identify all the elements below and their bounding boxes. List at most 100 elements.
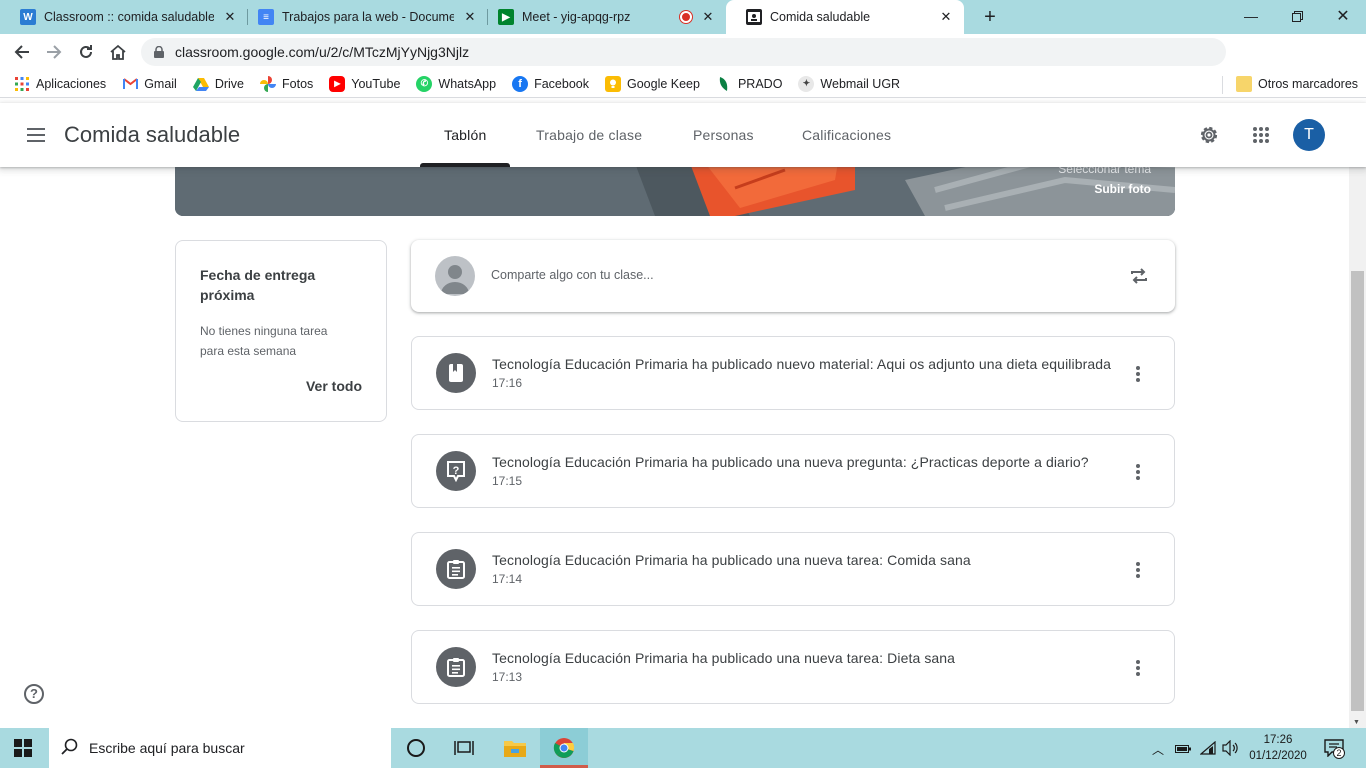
upcoming-empty-text: No tienes ninguna tarea para esta semana	[200, 324, 328, 358]
tab-label: Calificaciones	[802, 127, 892, 143]
post-time: 17:13	[492, 670, 523, 684]
tab-label: Trabajo de clase	[536, 127, 643, 143]
task-view-icon[interactable]	[454, 740, 474, 756]
youtube-icon: ▶	[329, 75, 346, 92]
folder-icon	[1236, 76, 1252, 92]
taskbar-search-box[interactable]: Escribe aquí para buscar	[49, 728, 391, 768]
stream-post[interactable]: Tecnología Educación Primaria ha publica…	[411, 532, 1175, 606]
taskbar-chrome-button[interactable]	[540, 728, 588, 768]
tab-calificaciones[interactable]: Calificaciones	[802, 103, 891, 167]
browser-tab-meet[interactable]: ▶ Meet - yig-apqg-rpz ✕	[478, 0, 726, 34]
post-more-options-icon[interactable]	[1126, 558, 1150, 582]
google-apps-icon[interactable]	[1249, 123, 1273, 147]
post-text[interactable]: Tecnología Educación Primaria ha publica…	[492, 454, 1112, 470]
restore-icon[interactable]	[1274, 0, 1320, 32]
home-icon[interactable]	[104, 38, 132, 66]
stream-post[interactable]: Tecnología Educación Primaria ha publica…	[411, 630, 1175, 704]
bookmark-label: Google Keep	[626, 76, 700, 91]
notification-count-badge: 2	[1333, 747, 1345, 759]
bookmark-gmail[interactable]: Gmail	[114, 72, 185, 96]
active-tab-indicator	[420, 163, 511, 167]
repost-arrows-icon[interactable]	[1127, 264, 1151, 288]
share-placeholder[interactable]: Comparte algo con tu clase...	[491, 268, 654, 282]
tab-title: Classroom :: comida saludable	[44, 10, 214, 24]
browser-tab-classroom[interactable]: Comida saludable ✕	[726, 0, 964, 34]
forward-arrow-icon[interactable]	[40, 38, 68, 66]
tab-label: Tablón	[444, 127, 487, 143]
docs-icon: ≡	[258, 9, 274, 25]
apps-grid-icon	[14, 76, 30, 92]
upcoming-card: Fecha de entrega próxima No tienes ningu…	[175, 240, 387, 422]
bookmark-otros-marcadores[interactable]: Otros marcadores	[1228, 72, 1366, 96]
show-hidden-icons-chevron-icon[interactable]: ︿	[1152, 741, 1164, 758]
post-more-options-icon[interactable]	[1126, 460, 1150, 484]
assignment-icon	[436, 647, 476, 687]
bookmark-aplicaciones[interactable]: Aplicaciones	[6, 72, 114, 96]
keep-icon	[604, 75, 621, 92]
tab-tablon[interactable]: Tablón	[420, 103, 511, 167]
scroll-down-arrow-icon[interactable]: ▼	[1353, 719, 1360, 726]
account-avatar[interactable]: T	[1293, 119, 1325, 151]
upload-photo-link[interactable]: Subir foto	[1094, 182, 1151, 196]
share-with-class-box[interactable]: Comparte algo con tu clase...	[411, 240, 1175, 312]
url-text: classroom.google.com/u/2/c/MTczMjYyNjg3N…	[175, 44, 470, 60]
close-tab-icon[interactable]: ✕	[938, 9, 954, 25]
reload-icon[interactable]	[72, 38, 100, 66]
new-tab-plus-icon[interactable]: +	[978, 5, 1002, 29]
post-more-options-icon[interactable]	[1126, 656, 1150, 680]
minimize-icon[interactable]: —	[1228, 0, 1274, 32]
material-icon	[436, 353, 476, 393]
address-bar[interactable]: classroom.google.com/u/2/c/MTczMjYyNjg3N…	[141, 38, 1226, 66]
bookmark-label: Drive	[214, 76, 245, 91]
class-title[interactable]: Comida saludable	[64, 122, 240, 148]
bookmark-drive[interactable]: Drive	[185, 72, 252, 96]
back-arrow-icon[interactable]	[8, 38, 36, 66]
bookmark-whatsapp[interactable]: ✆ WhatsApp	[408, 72, 504, 96]
notifications-icon[interactable]: 2	[1324, 739, 1346, 759]
volume-icon[interactable]	[1222, 739, 1240, 757]
question-icon: ?	[436, 451, 476, 491]
view-all-link[interactable]: Ver todo	[306, 378, 362, 394]
post-text[interactable]: Tecnología Educación Primaria ha publica…	[492, 552, 1112, 568]
main-menu-icon[interactable]	[24, 123, 48, 147]
class-settings-gear-icon[interactable]	[1197, 123, 1221, 147]
tab-trabajo-de-clase[interactable]: Trabajo de clase	[536, 103, 642, 167]
close-tab-icon[interactable]: ✕	[700, 9, 716, 25]
bookmark-youtube[interactable]: ▶ YouTube	[321, 72, 408, 96]
wifi-icon[interactable]	[1199, 740, 1216, 755]
bookmark-google-keep[interactable]: Google Keep	[597, 72, 708, 96]
tab-title: Trabajos para la web - Document	[282, 10, 454, 24]
facebook-icon: f	[512, 75, 529, 92]
close-tab-icon[interactable]: ✕	[462, 9, 478, 25]
stream-post[interactable]: Tecnología Educación Primaria ha publica…	[411, 336, 1175, 410]
bookmark-prado[interactable]: PRADO	[708, 72, 790, 96]
stream-post[interactable]: ? Tecnología Educación Primaria ha publi…	[411, 434, 1175, 508]
cortana-icon[interactable]	[407, 739, 425, 757]
scrollbar-thumb[interactable]	[1351, 271, 1364, 711]
ugr-icon: ✦	[798, 75, 815, 92]
bookmark-webmail-ugr[interactable]: ✦ Webmail UGR	[790, 72, 908, 96]
bookmark-label: PRADO	[737, 76, 783, 91]
taskbar-clock[interactable]: 17:26 01/12/2020	[1248, 732, 1308, 764]
battery-icon[interactable]	[1175, 742, 1191, 754]
classroom-icon	[746, 9, 762, 25]
bookmark-label: Gmail	[144, 76, 177, 91]
windows-start-icon[interactable]	[14, 739, 32, 757]
file-explorer-icon[interactable]	[503, 738, 527, 758]
post-text[interactable]: Tecnología Educación Primaria ha publica…	[492, 356, 1112, 372]
close-tab-icon[interactable]: ✕	[222, 9, 238, 25]
tab-personas[interactable]: Personas	[693, 103, 754, 167]
bookmarks-bar: Aplicaciones Gmail Drive Fotos ▶ YouTube…	[0, 70, 1366, 98]
bookmark-fotos[interactable]: Fotos	[252, 72, 321, 96]
bookmark-facebook[interactable]: f Facebook	[504, 72, 597, 96]
post-more-options-icon[interactable]	[1126, 362, 1150, 386]
browser-tab-classroom-word[interactable]: W Classroom :: comida saludable ✕	[0, 0, 248, 34]
bookmark-label: Otros marcadores	[1258, 77, 1359, 91]
browser-tab-docs[interactable]: ≡ Trabajos para la web - Document ✕	[238, 0, 488, 34]
post-text[interactable]: Tecnología Educación Primaria ha publica…	[492, 650, 1112, 666]
page-scrollbar[interactable]: ▼	[1349, 167, 1366, 728]
help-question-icon[interactable]: ?	[24, 684, 44, 704]
photos-icon	[260, 75, 277, 92]
assignment-icon	[436, 549, 476, 589]
close-window-icon[interactable]: ✕	[1320, 0, 1366, 32]
